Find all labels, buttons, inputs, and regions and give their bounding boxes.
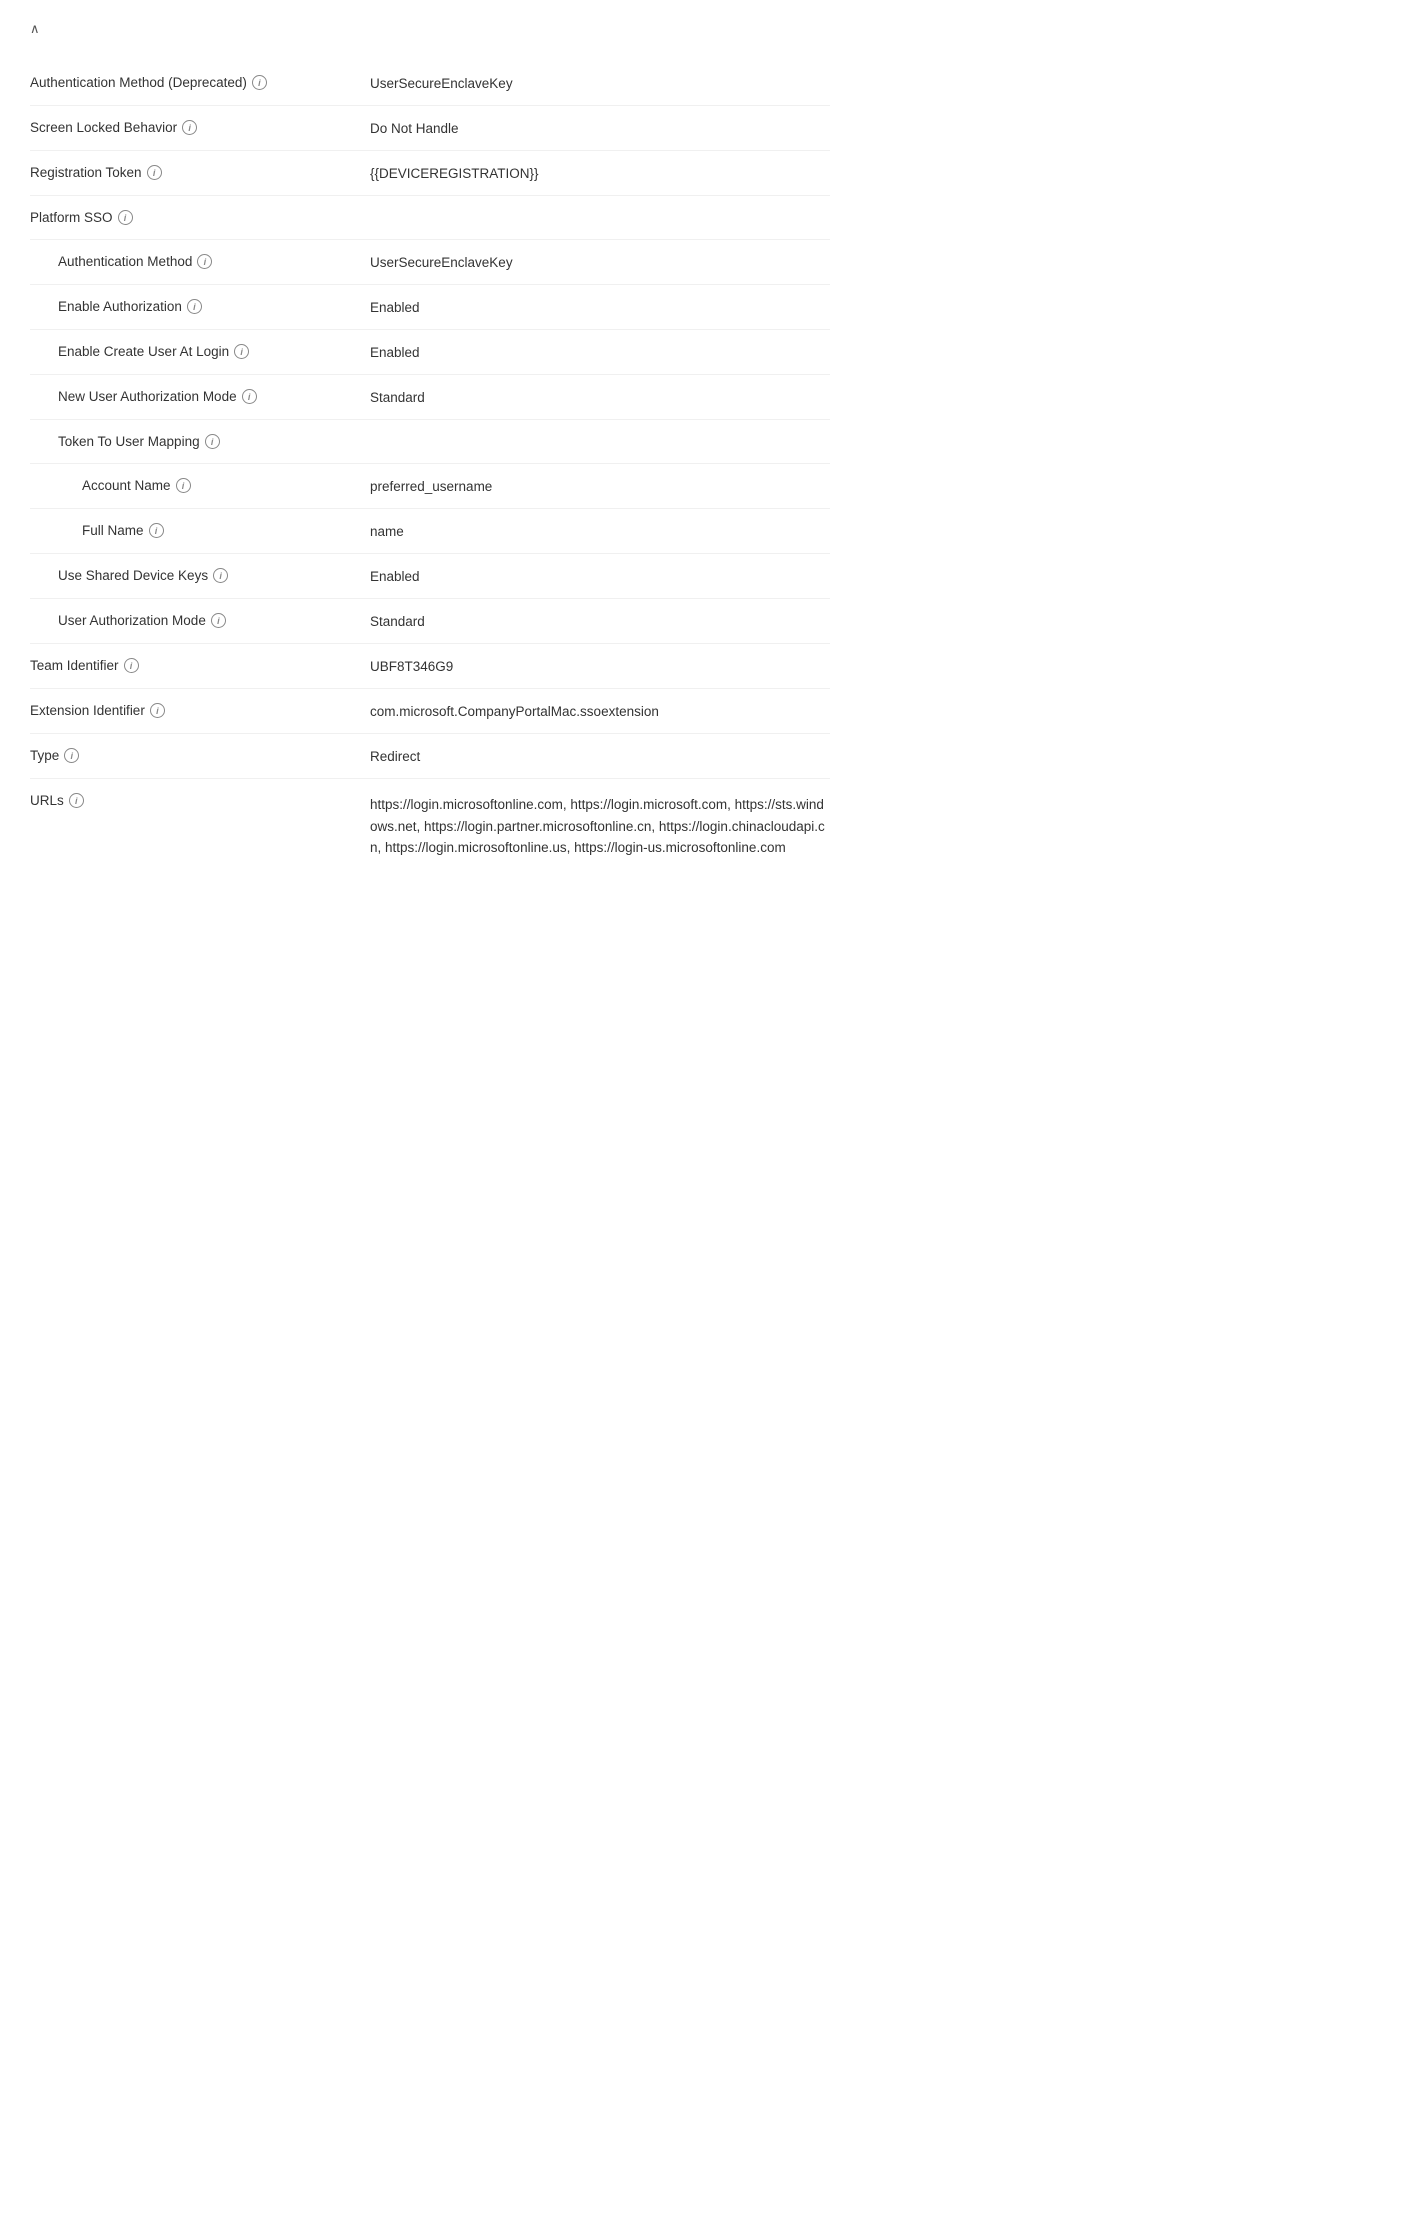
field-label-text-full-name: Full Name [82, 523, 144, 538]
info-icon-enable-authorization: i [187, 299, 202, 314]
field-value-enable-create-user: Enabled [370, 344, 830, 360]
info-icon-type: i [64, 748, 79, 763]
field-value-account-name: preferred_username [370, 478, 830, 494]
field-label-text-account-name: Account Name [82, 478, 171, 493]
field-label-text-registration-token: Registration Token [30, 165, 142, 180]
field-label-urls: URLsi [30, 793, 370, 808]
info-icon-token-user-mapping: i [205, 434, 220, 449]
info-icon-screen-locked-behavior: i [182, 120, 197, 135]
field-value-type: Redirect [370, 748, 830, 764]
field-label-token-user-mapping: Token To User Mapping i [30, 434, 370, 449]
info-icon-use-shared-device-keys: i [213, 568, 228, 583]
field-value-auth-method-deprecated: UserSecureEnclaveKey [370, 75, 830, 91]
field-row-type: TypeiRedirect [30, 734, 830, 779]
field-label-text-token-user-mapping: Token To User Mapping [58, 434, 200, 449]
field-value-token-user-mapping [370, 434, 830, 435]
field-label-text-user-auth-mode: User Authorization Mode [58, 613, 206, 628]
field-row-platform-sso: Platform SSO i [30, 196, 830, 240]
field-label-text-screen-locked-behavior: Screen Locked Behavior [30, 120, 177, 135]
field-label-text-auth-method: Authentication Method [58, 254, 192, 269]
field-row-new-user-auth-mode: New User Authorization Mode i Standard [30, 375, 830, 420]
field-row-screen-locked-behavior: Screen Locked Behavior i Do Not Handle [30, 106, 830, 151]
info-icon-extension-identifier: i [150, 703, 165, 718]
field-row-registration-token: Registration Token i {{DEVICEREGISTRATION}… [30, 151, 830, 196]
field-label-user-auth-mode: User Authorization Mode i [30, 613, 370, 628]
field-label-auth-method: Authentication Method i [30, 254, 370, 269]
field-label-type: Typei [30, 748, 370, 763]
field-label-text-team-identifier: Team Identifier [30, 658, 119, 673]
info-icon-new-user-auth-mode: i [242, 389, 257, 404]
field-row-account-name: Account Name i preferred_username [30, 464, 830, 509]
field-label-new-user-auth-mode: New User Authorization Mode i [30, 389, 370, 404]
info-icon-team-identifier: i [124, 658, 139, 673]
field-label-use-shared-device-keys: Use Shared Device Keys i [30, 568, 370, 583]
field-label-extension-identifier: Extension Identifier i [30, 703, 370, 718]
field-row-auth-method: Authentication Method i UserSecureEnclaveK… [30, 240, 830, 285]
field-row-urls: URLsihttps://login.microsoftonline.com, … [30, 779, 830, 873]
field-row-user-auth-mode: User Authorization Mode i Standard [30, 599, 830, 644]
field-label-text-use-shared-device-keys: Use Shared Device Keys [58, 568, 208, 583]
info-icon-auth-method: i [197, 254, 212, 269]
info-icon-registration-token: i [147, 165, 162, 180]
field-label-text-urls: URLs [30, 793, 64, 808]
info-icon-account-name: i [176, 478, 191, 493]
field-label-text-extension-identifier: Extension Identifier [30, 703, 145, 718]
info-icon-platform-sso: i [118, 210, 133, 225]
breadcrumb: ∧ [30, 20, 830, 37]
field-label-platform-sso: Platform SSO i [30, 210, 370, 225]
field-label-full-name: Full Name i [30, 523, 370, 538]
field-label-screen-locked-behavior: Screen Locked Behavior i [30, 120, 370, 135]
field-value-enable-authorization: Enabled [370, 299, 830, 315]
field-row-full-name: Full Name i name [30, 509, 830, 554]
field-value-new-user-auth-mode: Standard [370, 389, 830, 405]
info-icon-auth-method-deprecated: i [252, 75, 267, 90]
field-value-platform-sso [370, 210, 830, 211]
info-icon-user-auth-mode: i [211, 613, 226, 628]
field-value-user-auth-mode: Standard [370, 613, 830, 629]
field-value-urls: https://login.microsoftonline.com, https… [370, 793, 830, 859]
field-label-auth-method-deprecated: Authentication Method (Deprecated) i [30, 75, 370, 90]
field-value-extension-identifier: com.microsoft.CompanyPortalMac.ssoextens… [370, 703, 830, 719]
field-row-use-shared-device-keys: Use Shared Device Keys i Enabled [30, 554, 830, 599]
field-label-account-name: Account Name i [30, 478, 370, 493]
field-label-team-identifier: Team Identifier i [30, 658, 370, 673]
field-row-enable-authorization: Enable Authorization i Enabled [30, 285, 830, 330]
field-value-auth-method: UserSecureEnclaveKey [370, 254, 830, 270]
field-value-use-shared-device-keys: Enabled [370, 568, 830, 584]
field-row-extension-identifier: Extension Identifier i com.microsoft.Compa… [30, 689, 830, 734]
field-row-team-identifier: Team Identifier i UBF8T346G9 [30, 644, 830, 689]
info-icon-urls: i [69, 793, 84, 808]
field-label-text-enable-create-user: Enable Create User At Login [58, 344, 229, 359]
field-row-enable-create-user: Enable Create User At Login i Enabled [30, 330, 830, 375]
breadcrumb-chevron: ∧ [30, 21, 40, 36]
info-icon-full-name: i [149, 523, 164, 538]
field-label-enable-authorization: Enable Authorization i [30, 299, 370, 314]
info-icon-enable-create-user: i [234, 344, 249, 359]
field-row-auth-method-deprecated: Authentication Method (Deprecated) i UserS… [30, 61, 830, 106]
field-label-text-enable-authorization: Enable Authorization [58, 299, 182, 314]
field-value-full-name: name [370, 523, 830, 539]
field-label-text-new-user-auth-mode: New User Authorization Mode [58, 389, 237, 404]
fields-container: Authentication Method (Deprecated) i UserS… [30, 61, 830, 873]
field-label-text-type: Type [30, 748, 59, 763]
field-label-text-auth-method-deprecated: Authentication Method (Deprecated) [30, 75, 247, 90]
field-label-text-platform-sso: Platform SSO [30, 210, 113, 225]
field-row-token-user-mapping: Token To User Mapping i [30, 420, 830, 464]
field-label-enable-create-user: Enable Create User At Login i [30, 344, 370, 359]
field-value-team-identifier: UBF8T346G9 [370, 658, 830, 674]
field-value-registration-token: {{DEVICEREGISTRATION}} [370, 165, 830, 181]
field-label-registration-token: Registration Token i [30, 165, 370, 180]
field-value-screen-locked-behavior: Do Not Handle [370, 120, 830, 136]
